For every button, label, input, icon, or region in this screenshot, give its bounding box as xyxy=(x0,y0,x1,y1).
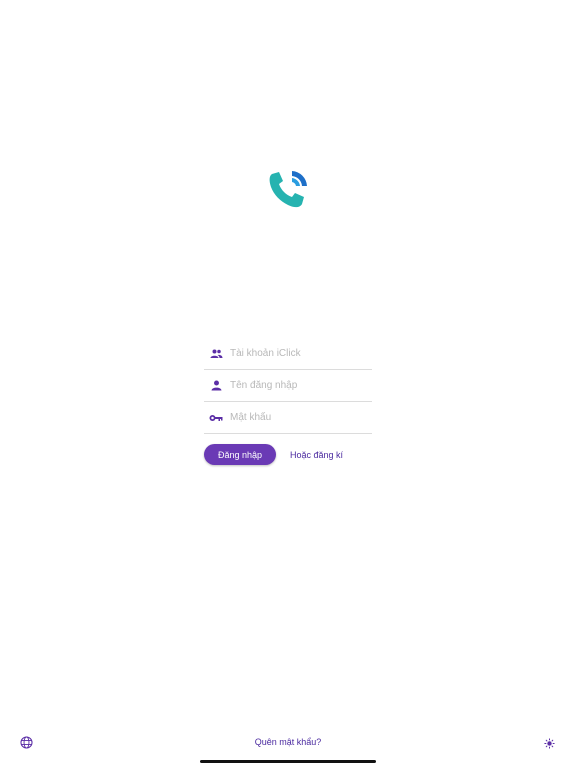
username-field xyxy=(204,370,372,402)
globe-icon[interactable] xyxy=(20,736,33,749)
home-indicator[interactable] xyxy=(200,760,376,763)
account-input[interactable] xyxy=(230,343,365,364)
register-link[interactable]: Hoặc đăng kí xyxy=(290,450,343,460)
phone-call-icon xyxy=(269,171,307,208)
forgot-password-link[interactable]: Quên mật khẩu? xyxy=(238,737,338,747)
account-field xyxy=(204,338,372,370)
key-icon xyxy=(208,410,224,426)
login-button[interactable]: Đăng nhập xyxy=(204,444,276,465)
form-actions: Đăng nhập Hoặc đăng kí xyxy=(204,444,372,465)
login-screen: Đăng nhập Hoặc đăng kí Quên mật khẩu? xyxy=(0,0,576,768)
password-input[interactable] xyxy=(230,407,365,428)
login-form: Đăng nhập Hoặc đăng kí xyxy=(204,338,372,465)
people-icon xyxy=(208,346,224,362)
password-field xyxy=(204,402,372,434)
bottom-bar: Quên mật khẩu? xyxy=(0,734,576,752)
username-input[interactable] xyxy=(230,375,365,396)
person-icon xyxy=(208,378,224,394)
sun-icon[interactable] xyxy=(544,738,555,749)
